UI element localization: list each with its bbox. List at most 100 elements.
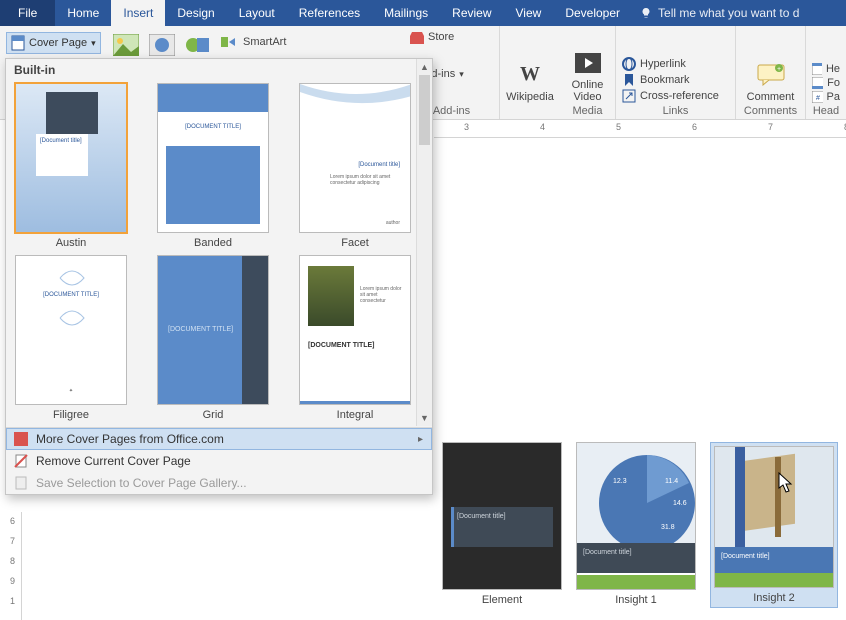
tab-layout[interactable]: Layout bbox=[227, 0, 287, 26]
svg-text:+: + bbox=[776, 66, 780, 73]
lightbulb-icon bbox=[640, 7, 652, 19]
cover-page-button[interactable]: Cover Page ▾ bbox=[6, 32, 101, 54]
chevron-right-icon: ▸ bbox=[418, 434, 423, 445]
svg-text:14.6: 14.6 bbox=[673, 500, 687, 507]
store-button[interactable]: Store bbox=[410, 30, 464, 44]
tab-references[interactable]: References bbox=[287, 0, 372, 26]
tab-design[interactable]: Design bbox=[165, 0, 226, 26]
menu-more-cover-pages[interactable]: More Cover Pages from Office.com ▸ bbox=[6, 428, 432, 450]
gallery-menu: More Cover Pages from Office.com ▸ Remov… bbox=[6, 427, 432, 494]
cover-thumb-facet[interactable]: [Document title] Lorem ipsum dolor sit a… bbox=[296, 83, 414, 249]
ruler-num: 3 bbox=[464, 122, 469, 132]
cover-thumb-austin[interactable]: [Document title] Austin bbox=[12, 83, 130, 249]
cover-thumb-insight-1[interactable]: 12.3 11.4 14.6 31.8 [Document title] Ins… bbox=[576, 442, 696, 608]
thumb-placeholder: [DOCUMENT TITLE] bbox=[158, 124, 268, 130]
page-number-button[interactable]: #Pa bbox=[812, 91, 840, 103]
comment-icon: + bbox=[757, 64, 785, 86]
tab-mailings[interactable]: Mailings bbox=[372, 0, 440, 26]
svg-text:31.8: 31.8 bbox=[661, 524, 675, 531]
ruler-num: 9 bbox=[10, 576, 15, 586]
footer-button[interactable]: Fo bbox=[812, 77, 840, 89]
group-links: Hyperlink Bookmark Cross-reference Links bbox=[616, 26, 736, 119]
hyperlink-button[interactable]: Hyperlink bbox=[622, 57, 729, 71]
menu-save-selection: Save Selection to Cover Page Gallery... bbox=[6, 472, 432, 494]
scroll-up-icon[interactable]: ▲ bbox=[417, 59, 432, 75]
crossref-icon bbox=[622, 89, 636, 103]
comment-button[interactable]: + Comment bbox=[747, 59, 795, 103]
menu-remove-cover-page[interactable]: Remove Current Cover Page bbox=[6, 450, 432, 472]
save-selection-icon bbox=[14, 476, 28, 490]
thumb-label: Element bbox=[482, 594, 522, 606]
crossref-label: Cross-reference bbox=[640, 90, 719, 102]
thumb-placeholder: [Document title] bbox=[358, 162, 400, 168]
ornament-icon bbox=[56, 268, 88, 288]
thumb-label: Grid bbox=[203, 409, 224, 421]
tab-insert[interactable]: Insert bbox=[111, 0, 165, 26]
shapes-icon[interactable] bbox=[185, 34, 211, 56]
store-icon bbox=[410, 30, 424, 44]
cover-thumb-integral[interactable]: Lorem ipsum dolor sit amet consectetur [… bbox=[296, 255, 414, 421]
thumb-placeholder: [Document title] bbox=[451, 507, 553, 547]
thumb-label: Integral bbox=[337, 409, 374, 421]
thumb-label: Austin bbox=[56, 237, 87, 249]
wikipedia-button[interactable]: W Wikipedia bbox=[500, 26, 560, 119]
pictures-icon[interactable] bbox=[113, 34, 139, 56]
cover-page-icon bbox=[11, 35, 25, 51]
smartart-icon bbox=[221, 34, 239, 50]
header-label: He bbox=[826, 63, 840, 75]
thumb-placeholder: [Document title] bbox=[577, 543, 695, 573]
cover-thumb-insight-2[interactable]: [Document title] Insight 2 bbox=[710, 442, 838, 608]
hyperlink-icon bbox=[622, 57, 636, 71]
cover-page-label: Cover Page bbox=[29, 37, 87, 49]
remove-cover-page-label: Remove Current Cover Page bbox=[36, 454, 191, 468]
online-video-label: Online Video bbox=[572, 79, 604, 103]
comment-label: Comment bbox=[747, 91, 795, 103]
office-icon bbox=[14, 432, 28, 446]
vertical-ruler[interactable]: 6 7 8 9 1 bbox=[4, 512, 22, 620]
tab-developer[interactable]: Developer bbox=[553, 0, 632, 26]
thumb-label: Insight 1 bbox=[615, 594, 657, 606]
more-cover-pages-label: More Cover Pages from Office.com bbox=[36, 432, 224, 446]
cover-thumb-grid[interactable]: [DOCUMENT TITLE] Grid bbox=[154, 255, 272, 421]
gallery-scrollbar[interactable]: ▲ ▼ bbox=[416, 59, 432, 426]
ornament-icon bbox=[56, 308, 88, 328]
footer-label: Fo bbox=[827, 77, 840, 89]
scroll-thumb[interactable] bbox=[419, 75, 430, 145]
bookmark-button[interactable]: Bookmark bbox=[622, 73, 729, 87]
gallery-thumbs: [Document title] Austin [DOCUMENT TITLE]… bbox=[6, 81, 432, 427]
tab-home[interactable]: Home bbox=[55, 0, 111, 26]
smartart-button[interactable]: SmartArt bbox=[221, 34, 286, 50]
wikipedia-label: Wikipedia bbox=[506, 91, 554, 103]
smartart-label: SmartArt bbox=[243, 36, 286, 48]
tab-view[interactable]: View bbox=[504, 0, 554, 26]
crossref-button[interactable]: Cross-reference bbox=[622, 89, 729, 103]
tab-review[interactable]: Review bbox=[440, 0, 503, 26]
header-button[interactable]: He bbox=[812, 63, 840, 75]
group-label-media: Media bbox=[573, 105, 603, 117]
cover-thumb-filigree[interactable]: [DOCUMENT TITLE] ✦ Filigree bbox=[12, 255, 130, 421]
tab-file[interactable]: File bbox=[0, 0, 55, 26]
preview-strip: [Document title] Element 12.3 11.4 14.6 … bbox=[438, 438, 842, 612]
thumb-placeholder: [DOCUMENT TITLE] bbox=[308, 342, 375, 349]
tell-me-search[interactable]: Tell me what you want to d bbox=[632, 0, 807, 26]
bookmark-icon bbox=[622, 73, 636, 87]
cover-thumb-banded[interactable]: [DOCUMENT TITLE] Banded bbox=[154, 83, 272, 249]
ruler-num: 7 bbox=[768, 122, 773, 132]
thumb-label: Banded bbox=[194, 237, 232, 249]
scroll-down-icon[interactable]: ▼ bbox=[417, 410, 432, 426]
video-icon bbox=[575, 53, 601, 73]
wikipedia-icon: W bbox=[520, 63, 540, 86]
svg-text:12.3: 12.3 bbox=[613, 478, 627, 485]
online-pictures-icon[interactable] bbox=[149, 34, 175, 56]
online-video-button[interactable]: Online Video bbox=[572, 47, 604, 103]
horizontal-ruler[interactable]: 3 4 5 6 7 8 bbox=[434, 120, 846, 138]
group-label-header: Head bbox=[813, 105, 839, 117]
remove-page-icon bbox=[14, 454, 28, 468]
group-media: Online Video Media bbox=[560, 26, 616, 119]
bookmark-label: Bookmark bbox=[640, 74, 690, 86]
footer-icon bbox=[812, 77, 823, 89]
cover-thumb-element[interactable]: [Document title] Element bbox=[442, 442, 562, 608]
gallery-section-label: Built-in bbox=[6, 59, 432, 81]
thumb-placeholder: [Document title] bbox=[36, 134, 88, 176]
ruler-num: 1 bbox=[10, 596, 15, 606]
